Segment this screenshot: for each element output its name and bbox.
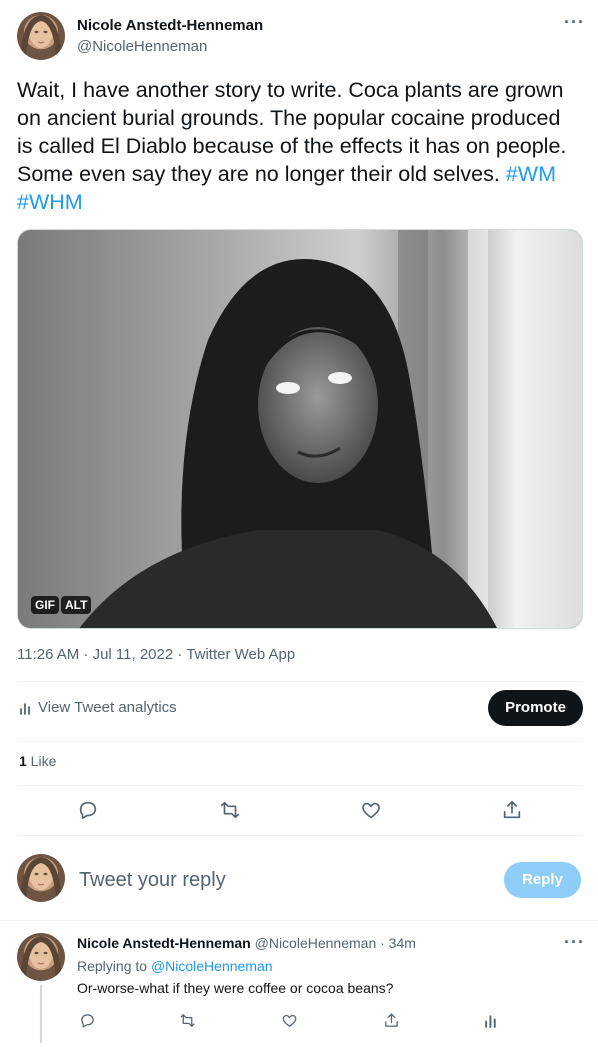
reply-retweet-icon[interactable] xyxy=(176,1009,198,1031)
analytics-icon[interactable] xyxy=(17,700,35,716)
tweet-media-gif[interactable]: GIF ALT xyxy=(17,229,583,629)
reply-text: Or-worse-what if they were coffee or coc… xyxy=(77,980,394,996)
replying-to-label: Replying to xyxy=(77,958,151,974)
replying-to-handle[interactable]: @NicoleHenneman xyxy=(151,958,273,974)
replying-to: Replying to @NicoleHenneman xyxy=(77,958,273,974)
divider xyxy=(17,785,583,786)
reply-button[interactable]: Reply xyxy=(504,862,581,898)
like-icon[interactable] xyxy=(357,796,385,824)
tweet-timestamp[interactable]: 11:26 AM · Jul 11, 2022 · Twitter Web Ap… xyxy=(17,646,295,663)
reply-input[interactable]: Tweet your reply xyxy=(79,869,226,892)
hashtag-wm[interactable]: #WM xyxy=(506,162,556,186)
reply-author-handle[interactable]: @NicoleHenneman xyxy=(255,935,377,951)
reply-author-name[interactable]: Nicole Anstedt-Henneman xyxy=(77,935,251,951)
promote-button[interactable]: Promote xyxy=(488,690,583,726)
thread-line xyxy=(40,985,42,1043)
share-icon[interactable] xyxy=(498,796,526,824)
hashtag-whm[interactable]: #WHM xyxy=(17,190,83,214)
divider xyxy=(0,920,598,921)
tweet-text: Wait, I have another story to write. Coc… xyxy=(17,76,579,216)
more-options-icon[interactable]: ··· xyxy=(564,12,585,33)
like-count: 1 xyxy=(19,753,27,769)
reply-time[interactable]: · 34m xyxy=(376,935,416,951)
gif-badge: GIF xyxy=(31,596,59,614)
reply-analytics-icon[interactable] xyxy=(480,1009,502,1031)
reply-share-icon[interactable] xyxy=(380,1009,402,1031)
tweet-body: Wait, I have another story to write. Coc… xyxy=(17,78,567,186)
author-handle[interactable]: @NicoleHenneman xyxy=(77,38,207,55)
reply-more-options-icon[interactable]: ··· xyxy=(564,932,585,953)
like-stats[interactable]: 1 Like xyxy=(19,753,56,769)
gif-image xyxy=(18,230,582,628)
divider xyxy=(17,835,583,836)
author-avatar[interactable] xyxy=(17,12,65,60)
reply-like-icon[interactable] xyxy=(278,1009,300,1031)
view-tweet-analytics[interactable]: View Tweet analytics xyxy=(38,699,177,716)
alt-badge[interactable]: ALT xyxy=(61,596,92,614)
retweet-icon[interactable] xyxy=(216,796,244,824)
composer-avatar[interactable] xyxy=(17,854,65,902)
reply-icon[interactable] xyxy=(74,796,102,824)
reply-header: Nicole Anstedt-Henneman @NicoleHenneman … xyxy=(77,935,416,951)
divider xyxy=(17,741,583,742)
reply-reply-icon[interactable] xyxy=(76,1009,98,1031)
like-label: Like xyxy=(26,753,57,769)
reply-author-avatar[interactable] xyxy=(17,933,65,981)
divider xyxy=(17,681,583,682)
author-name[interactable]: Nicole Anstedt-Henneman xyxy=(77,17,263,34)
